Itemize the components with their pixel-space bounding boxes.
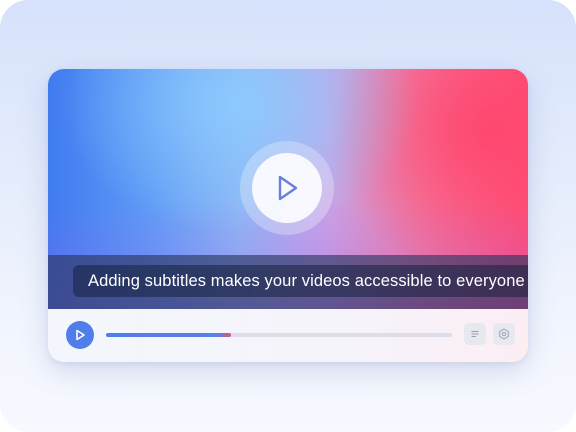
play-icon <box>76 329 85 341</box>
subtitle-text: Adding subtitles makes your videos acces… <box>88 272 525 290</box>
subtitle-overlay: Adding subtitles makes your videos acces… <box>48 255 528 309</box>
subtitle-box: Adding subtitles makes your videos acces… <box>73 265 528 297</box>
play-button[interactable] <box>66 321 94 349</box>
video-player: Adding subtitles makes your videos acces… <box>48 69 528 362</box>
progress-bar[interactable] <box>106 333 452 337</box>
play-icon <box>278 175 298 201</box>
settings-button[interactable] <box>493 323 515 345</box>
progress-fill <box>106 333 231 337</box>
subtitles-icon <box>471 331 479 337</box>
control-bar <box>48 309 528 362</box>
center-play-button[interactable] <box>252 153 322 223</box>
gear-icon <box>499 328 509 340</box>
subtitles-button[interactable] <box>464 323 486 345</box>
page-background: Adding subtitles makes your videos acces… <box>0 0 576 432</box>
